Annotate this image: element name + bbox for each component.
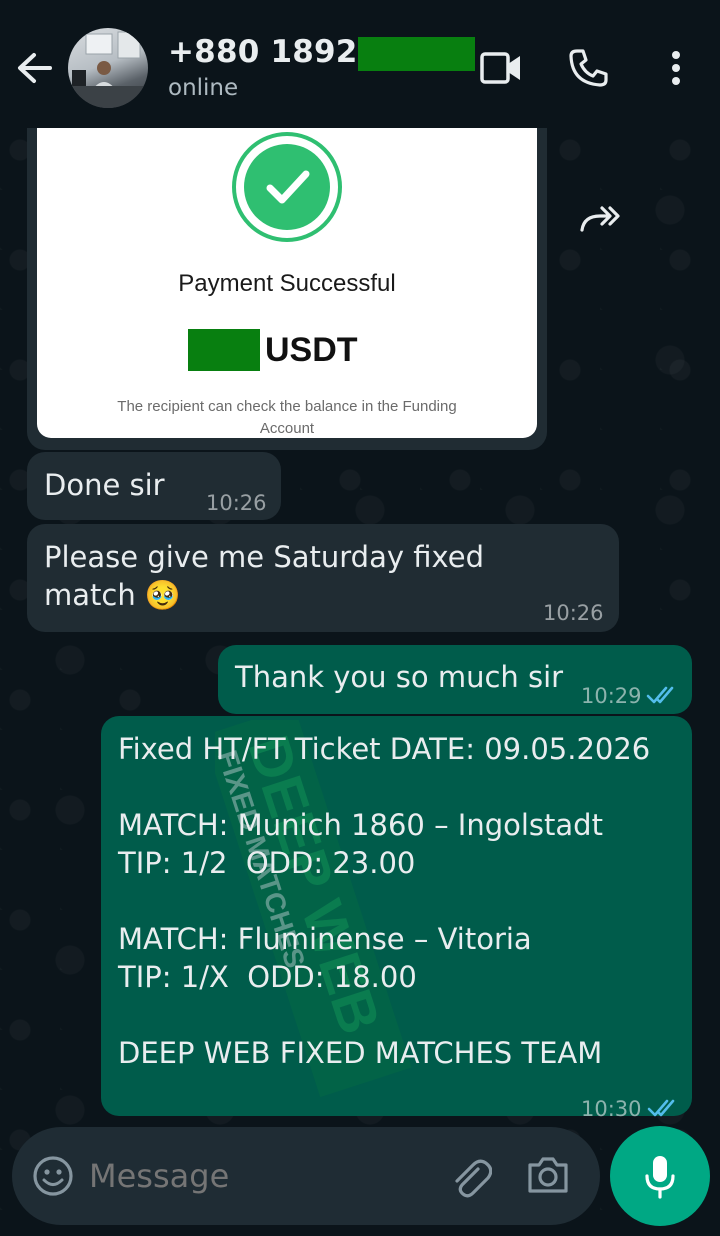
payment-currency: USDT	[265, 331, 358, 369]
contact-status: online	[168, 75, 239, 101]
message-text-line: match 🥹	[44, 578, 182, 612]
redaction-block	[358, 37, 475, 71]
outgoing-message[interactable]: Thank you so much sir 10:29	[218, 645, 692, 714]
incoming-message[interactable]: Please give me Saturday fixed match 🥹 10…	[27, 524, 619, 632]
camera-icon[interactable]	[526, 1155, 570, 1199]
emoji-icon[interactable]	[32, 1155, 74, 1201]
incoming-message[interactable]: Done sir 10:26	[27, 452, 281, 520]
voice-call-icon[interactable]	[568, 48, 608, 88]
ticket-message-text: Fixed HT/FT Ticket DATE: 09.05.2026 MATC…	[118, 732, 651, 1070]
read-ticks-icon	[647, 1090, 681, 1128]
message-input[interactable]	[89, 1157, 429, 1195]
message-time: 10:29	[581, 684, 642, 708]
redaction-block	[188, 329, 260, 371]
more-options-icon[interactable]	[668, 50, 684, 86]
recipient-note: The recipient can check the balance in t…	[87, 396, 487, 438]
forward-icon[interactable]	[578, 200, 622, 240]
read-ticks-icon	[646, 677, 680, 715]
payment-screenshot[interactable]: Payment Successful USDT The recipient ca…	[37, 128, 537, 438]
back-arrow-icon[interactable]	[14, 48, 54, 88]
recipient-note-line: The recipient can check the balance in t…	[117, 398, 457, 415]
message-time: 10:26	[206, 491, 267, 515]
chat-header: +880 1892-1 online	[0, 0, 720, 132]
success-check-icon	[244, 144, 330, 230]
video-call-icon[interactable]	[480, 50, 522, 86]
attach-icon[interactable]	[448, 1155, 493, 1203]
message-text: Thank you so much sir	[235, 660, 564, 694]
mic-icon	[644, 1154, 676, 1204]
payment-title: Payment Successful	[178, 270, 396, 297]
message-text: Done sir	[44, 468, 165, 502]
mic-button[interactable]	[610, 1126, 710, 1226]
contact-avatar[interactable]	[68, 28, 148, 108]
message-text-line: Please give me Saturday fixed	[44, 540, 485, 574]
message-time: 10:30	[581, 1097, 642, 1121]
recipient-note-line: Account	[259, 420, 315, 437]
message-time: 10:26	[543, 601, 604, 625]
